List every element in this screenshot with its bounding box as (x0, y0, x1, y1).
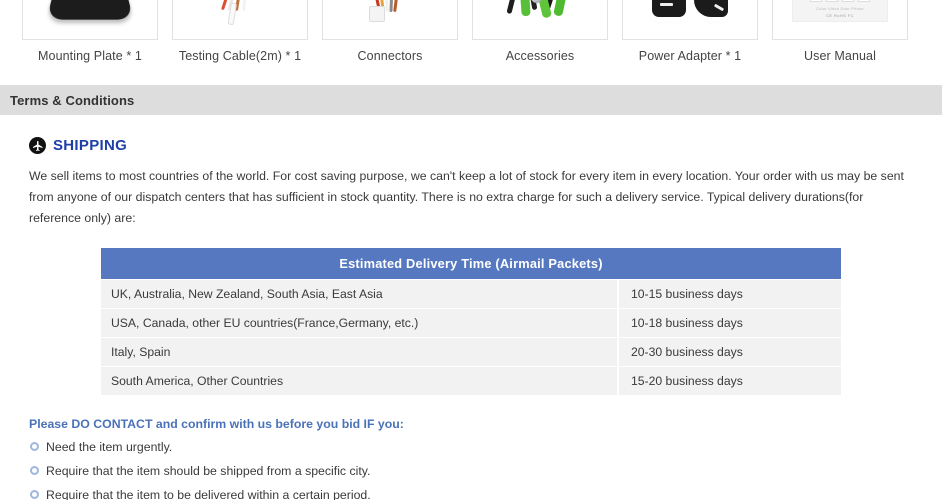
delivery-time-cell: 15-20 business days (617, 367, 841, 395)
package-item-connectors[interactable]: Connectors (321, 0, 459, 63)
shipping-title: SHIPPING (53, 137, 128, 154)
circle-bullet-icon (30, 466, 39, 475)
user-manual-image: Color Video Door Phone CE RoHS FC (773, 0, 907, 30)
manual-caption: Color Video Door Phone (816, 6, 864, 11)
package-item-testing-cable[interactable]: Testing Cable(2m) * 1 (171, 0, 309, 63)
package-item-label: Mounting Plate * 1 (38, 49, 142, 63)
terms-content: SHIPPING We sell items to most countries… (0, 115, 942, 500)
package-item-accessories[interactable]: Accessories (471, 0, 609, 63)
region-cell: USA, Canada, other EU countries(France,G… (101, 309, 617, 337)
thumbnail-box[interactable] (622, 0, 758, 40)
circle-bullet-icon (30, 442, 39, 451)
table-row: USA, Canada, other EU countries(France,G… (101, 309, 841, 337)
delivery-time-cell: 20-30 business days (617, 338, 841, 366)
circle-bullet-icon (30, 490, 39, 499)
package-thumbnail-row: Mounting Plate * 1 Testing Cable(2m) * 1… (0, 0, 942, 63)
estimated-delivery-table: Estimated Delivery Time (Airmail Packets… (101, 247, 841, 396)
region-cell: Italy, Spain (101, 338, 617, 366)
thumbnail-box[interactable] (322, 0, 458, 40)
connectors-image (323, 0, 457, 30)
manual-certification-marks: CE RoHS FC (826, 13, 854, 18)
list-item: Require that the item should be shipped … (29, 463, 913, 479)
package-item-user-manual[interactable]: Color Video Door Phone CE RoHS FC User M… (771, 0, 909, 63)
thumbnail-box[interactable]: Color Video Door Phone CE RoHS FC (772, 0, 908, 40)
power-adapter-image (623, 0, 757, 30)
accessories-image (473, 0, 607, 30)
list-item: Need the item urgently. (29, 439, 913, 455)
package-item-label: User Manual (804, 49, 876, 63)
contact-note-list: Need the item urgently. Require that the… (29, 439, 913, 500)
region-cell: UK, Australia, New Zealand, South Asia, … (101, 280, 617, 308)
airplane-icon (29, 137, 46, 154)
terms-and-conditions-bar: Terms & Conditions (0, 85, 942, 115)
package-item-label: Accessories (505, 49, 575, 63)
package-item-label: Power Adapter * 1 (638, 49, 742, 63)
region-cell: South America, Other Countries (101, 367, 617, 395)
package-item-label: Testing Cable(2m) * 1 (178, 49, 302, 63)
terms-and-conditions-title: Terms & Conditions (10, 92, 135, 108)
thumbnail-box[interactable] (172, 0, 308, 40)
package-item-label: Connectors (357, 49, 423, 63)
table-row: UK, Australia, New Zealand, South Asia, … (101, 280, 841, 308)
package-contents-strip: Mounting Plate * 1 Testing Cable(2m) * 1… (0, 0, 942, 80)
table-row: Italy, Spain 20-30 business days (101, 338, 841, 366)
product-description-page: Mounting Plate * 1 Testing Cable(2m) * 1… (0, 0, 950, 500)
list-item: Require that the item to be delivered wi… (29, 487, 913, 500)
package-item-power-adapter[interactable]: Power Adapter * 1 (621, 0, 759, 63)
list-item-text: Require that the item should be shipped … (46, 464, 371, 478)
contact-note-heading: Please DO CONTACT and confirm with us be… (29, 417, 404, 431)
shipping-section-header: SHIPPING (29, 137, 913, 154)
testing-cable-image (173, 0, 307, 30)
thumbnail-box[interactable] (22, 0, 158, 40)
table-row: South America, Other Countries 15-20 bus… (101, 367, 841, 395)
table-header-title: Estimated Delivery Time (Airmail Packets… (101, 248, 841, 279)
right-gutter (942, 0, 950, 500)
mounting-plate-image (23, 0, 157, 30)
table-header-row: Estimated Delivery Time (Airmail Packets… (101, 248, 841, 279)
thumbnail-box[interactable] (472, 0, 608, 40)
delivery-time-cell: 10-18 business days (617, 309, 841, 337)
list-item-text: Need the item urgently. (46, 440, 173, 454)
delivery-time-cell: 10-15 business days (617, 280, 841, 308)
list-item-text: Require that the item to be delivered wi… (46, 488, 371, 500)
shipping-intro-text: We sell items to most countries of the w… (29, 169, 904, 225)
package-item-mounting-plate[interactable]: Mounting Plate * 1 (21, 0, 159, 63)
